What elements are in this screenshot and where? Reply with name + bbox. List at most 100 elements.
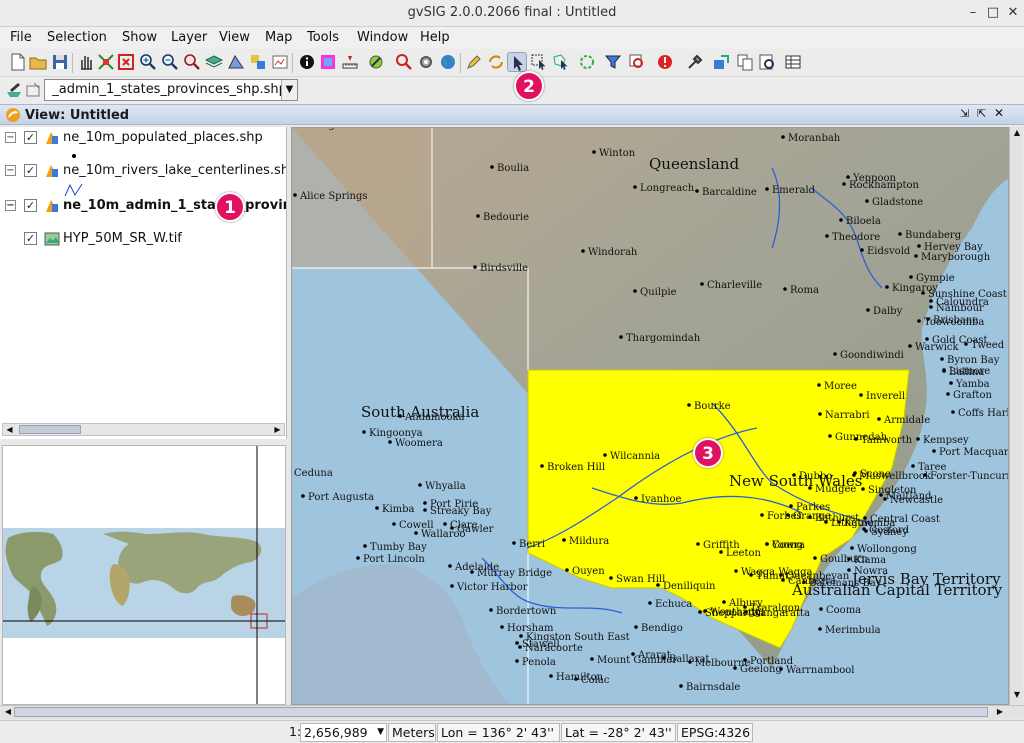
- copy-icon[interactable]: [735, 52, 755, 72]
- place-dot: [450, 584, 454, 588]
- layer-tool-icon[interactable]: [24, 80, 44, 100]
- scroll-down-icon[interactable]: ▼: [1011, 690, 1023, 702]
- scroll-up-icon[interactable]: ▲: [1011, 128, 1023, 140]
- chevron-down-icon[interactable]: ▼: [281, 80, 297, 100]
- pan-hand-icon[interactable]: [76, 52, 96, 72]
- place-label: Sydney: [871, 527, 908, 538]
- layer-style-icon[interactable]: [226, 52, 246, 72]
- layer-visibility-checkbox[interactable]: ✓: [24, 131, 37, 144]
- tools-icon[interactable]: [685, 52, 705, 72]
- scroll-right-icon[interactable]: ▶: [994, 706, 1006, 718]
- maximize-button[interactable]: □: [984, 4, 1002, 22]
- place-dot: [448, 564, 452, 568]
- select-by-point-icon[interactable]: [394, 52, 414, 72]
- filter-icon[interactable]: [603, 52, 623, 72]
- place-label: Moree: [824, 381, 857, 392]
- menu-map[interactable]: Map: [265, 30, 292, 45]
- select-by-attributes-icon[interactable]: [577, 52, 597, 72]
- toc-layer-populated-places[interactable]: − ✓ ne_10m_populated_places.shp: [0, 127, 286, 149]
- restore-view-icon[interactable]: ⇲: [960, 107, 974, 121]
- measure-icon[interactable]: [340, 52, 360, 72]
- edit-layer-icon[interactable]: [4, 80, 24, 100]
- image-properties-icon[interactable]: [318, 52, 338, 72]
- close-button[interactable]: ✕: [1004, 4, 1022, 22]
- layers-icon[interactable]: [204, 52, 224, 72]
- close-view-icon[interactable]: ✕: [994, 106, 1008, 120]
- menu-layer[interactable]: Layer: [171, 30, 207, 45]
- menu-view[interactable]: View: [219, 30, 250, 45]
- add-layer-icon[interactable]: [248, 52, 268, 72]
- scroll-left-icon[interactable]: ◀: [2, 706, 14, 718]
- menu-selection[interactable]: Selection: [47, 30, 107, 45]
- chevron-down-icon[interactable]: ▼: [377, 724, 384, 741]
- active-layer-combo[interactable]: _admin_1_states_provinces_shp.shp ▼: [44, 79, 298, 101]
- scroll-thumb[interactable]: [14, 707, 988, 717]
- open-folder-icon[interactable]: [28, 52, 48, 72]
- menu-tools[interactable]: Tools: [307, 30, 339, 45]
- save-icon[interactable]: [50, 52, 70, 72]
- scroll-right-icon[interactable]: ▶: [271, 424, 284, 435]
- menu-file[interactable]: File: [10, 30, 32, 45]
- toc-horizontal-scrollbar[interactable]: ◀ ▶: [2, 423, 285, 436]
- export-icon[interactable]: [711, 52, 731, 72]
- geoprocess-icon[interactable]: [366, 52, 386, 72]
- minimize-button[interactable]: –: [964, 4, 982, 22]
- place-dot: [362, 430, 366, 434]
- place-dot: [634, 625, 638, 629]
- place-label: Victor Harbor: [456, 582, 528, 593]
- overview-map[interactable]: [2, 445, 286, 705]
- place-dot: [633, 289, 637, 293]
- zoom-full-icon[interactable]: [96, 52, 116, 72]
- layer-visibility-checkbox[interactable]: ✓: [24, 199, 37, 212]
- zoom-extent-icon[interactable]: [116, 52, 136, 72]
- info-icon[interactable]: [297, 52, 317, 72]
- table-icon[interactable]: [783, 52, 803, 72]
- view-title: View: Untitled: [25, 108, 130, 123]
- select-pointer-icon[interactable]: [507, 52, 527, 72]
- menu-help[interactable]: Help: [420, 30, 450, 45]
- collapse-icon[interactable]: −: [5, 200, 16, 211]
- minimize-view-icon[interactable]: ⇱: [977, 107, 991, 121]
- locator-map-icon[interactable]: [270, 52, 290, 72]
- settings-gear-icon[interactable]: [416, 52, 436, 72]
- layer-visibility-checkbox[interactable]: ✓: [24, 232, 37, 245]
- place-label: Port Augusta: [308, 492, 374, 503]
- map-horizontal-scrollbar[interactable]: ◀ ▶: [0, 705, 1024, 719]
- place-dot: [817, 383, 821, 387]
- scale-combo[interactable]: 2,656,989 ▼: [300, 723, 387, 742]
- place-label: Echuca: [655, 599, 692, 610]
- toc-layer-rivers[interactable]: − ✓ ne_10m_rivers_lake_centerlines.shp: [0, 160, 286, 182]
- collapse-icon[interactable]: −: [5, 165, 16, 176]
- edit-pencil-icon[interactable]: [464, 52, 484, 72]
- globe-icon[interactable]: [438, 52, 458, 72]
- scroll-thumb[interactable]: [19, 425, 81, 434]
- window-titlebar: gvSIG 2.0.0.2066 final : Untitled – □ ✕: [0, 0, 1024, 27]
- zoom-out-icon[interactable]: [160, 52, 180, 72]
- clear-selection-icon[interactable]: [655, 52, 675, 72]
- menu-show[interactable]: Show: [122, 30, 157, 45]
- zoom-select-icon[interactable]: [182, 52, 202, 72]
- place-dot: [356, 556, 360, 560]
- print-preview-icon[interactable]: [757, 52, 777, 72]
- place-label: Dalby: [873, 306, 903, 317]
- map-vertical-scrollbar[interactable]: ▲ ▼: [1009, 127, 1023, 705]
- select-by-polygon-icon[interactable]: [551, 52, 571, 72]
- map-svg[interactable]: MoranbahWintonBouliaYeppoonRockhamptonEm…: [292, 128, 1009, 705]
- place-dot: [388, 440, 392, 444]
- map-canvas[interactable]: Moranbah Winton Boulia Yeppoon Rockhampton Em…: [291, 127, 1009, 705]
- place-label: Birdsville: [480, 263, 528, 274]
- layer-visibility-checkbox[interactable]: ✓: [24, 164, 37, 177]
- transform-icon[interactable]: [486, 52, 506, 72]
- place-label: Boulia: [497, 163, 529, 174]
- zoom-in-icon[interactable]: [138, 52, 158, 72]
- scroll-left-icon[interactable]: ◀: [3, 424, 16, 435]
- collapse-icon[interactable]: −: [5, 132, 16, 143]
- select-by-rectangle-icon[interactable]: [529, 52, 549, 72]
- main-toolbar: [0, 49, 1024, 77]
- callout-badge-1: 1: [215, 192, 245, 222]
- toc-layer-raster[interactable]: ✓ HYP_50M_SR_W.tif: [0, 228, 286, 250]
- place-label: Eidsvold: [867, 246, 911, 257]
- new-document-icon[interactable]: [8, 52, 28, 72]
- query-icon[interactable]: [627, 52, 647, 72]
- menu-window[interactable]: Window: [357, 30, 408, 45]
